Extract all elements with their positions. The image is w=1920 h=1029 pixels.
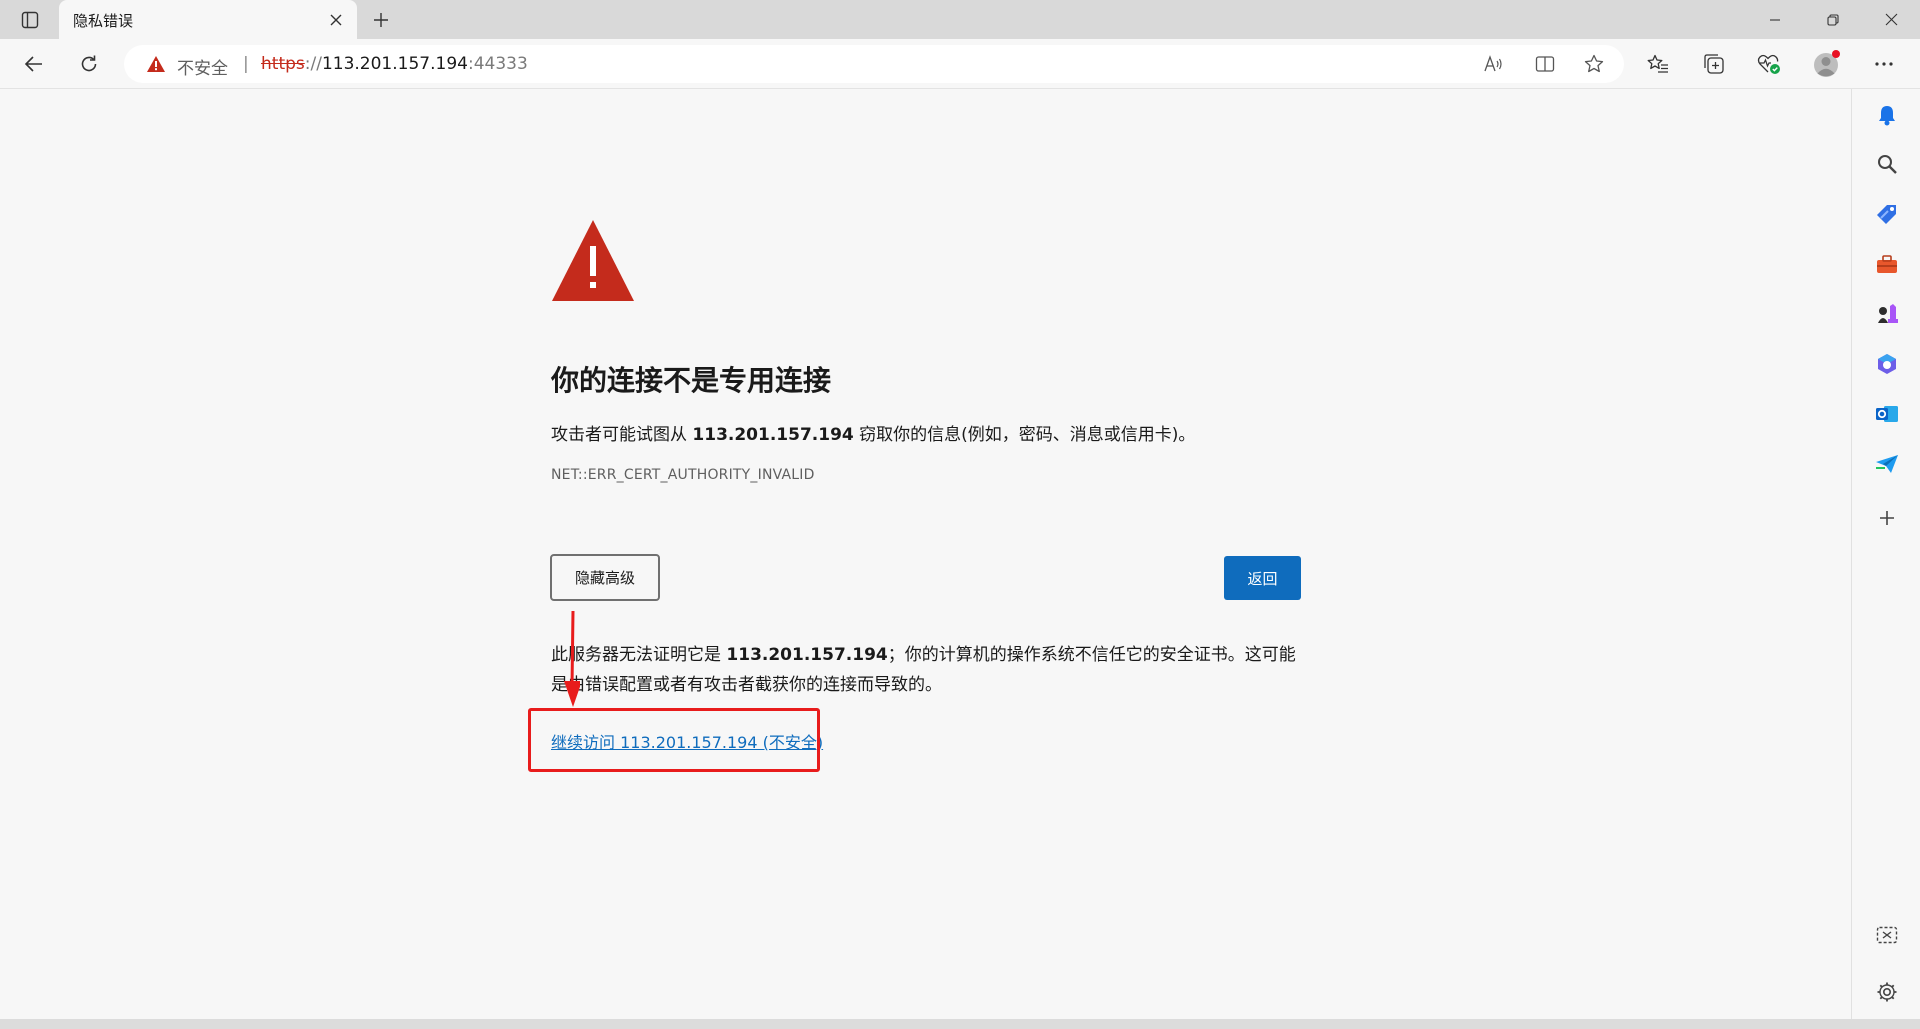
url-host: 113.201.157.194 [321, 54, 468, 74]
outlook-icon [1876, 406, 1898, 422]
plus-icon [1880, 511, 1894, 525]
star-icon [1584, 54, 1604, 73]
sidebar-shopping[interactable] [1872, 199, 1902, 229]
description-prefix: 攻击者可能试图从 [551, 425, 693, 445]
split-screen-button[interactable] [1530, 50, 1560, 78]
collections-icon [1704, 54, 1724, 74]
shopping-tag-icon [1877, 205, 1896, 224]
tab-close-button[interactable] [326, 10, 346, 30]
tab-title: 隐私错误 [73, 12, 134, 30]
sidebar-games[interactable] [1872, 299, 1902, 329]
tab-actions-icon [21, 11, 39, 29]
active-tab[interactable]: 隐私错误 [59, 0, 357, 39]
sidebar-settings[interactable] [1872, 977, 1902, 1007]
minimize-button[interactable] [1746, 0, 1804, 39]
split-screen-icon [1535, 56, 1555, 72]
profile-button[interactable] [1810, 48, 1844, 80]
sidebar-tools[interactable] [1872, 249, 1902, 279]
toolbar: 不安全 | https://113.201.157.194:44333 [0, 39, 1920, 89]
taskbar-edge [0, 1019, 1920, 1029]
favorites-button[interactable] [1641, 48, 1675, 80]
sidebar-add[interactable] [1872, 503, 1902, 533]
screenshot-icon [1876, 926, 1898, 944]
error-description: 攻击者可能试图从 113.201.157.194 窃取你的信息(例如，密码、消息… [551, 420, 1195, 445]
read-aloud-button[interactable] [1479, 50, 1509, 78]
annotation-arrow [564, 610, 580, 707]
paper-plane-icon [1876, 455, 1898, 473]
chess-icon [1878, 304, 1898, 323]
url-scheme: https [261, 54, 305, 74]
read-aloud-icon [1484, 55, 1502, 72]
refresh-icon [81, 55, 97, 72]
edge-sidebar [1851, 89, 1920, 1019]
close-window-icon [1885, 13, 1897, 26]
annotation-highlight-box [528, 708, 820, 772]
sidebar-search[interactable] [1872, 149, 1902, 179]
browser-essentials-button[interactable] [1752, 48, 1786, 80]
explanation-host: 113.201.157.194 [726, 645, 888, 665]
error-code[interactable]: NET::ERR_CERT_AUTHORITY_INVALID [551, 467, 815, 483]
sidebar-screenshot[interactable] [1872, 921, 1902, 951]
collections-button[interactable] [1697, 48, 1731, 80]
page-title: 你的连接不是专用连接 [551, 364, 832, 397]
minimize-icon [1770, 18, 1780, 21]
sidebar-microsoft365[interactable] [1872, 349, 1902, 379]
settings-more-button[interactable] [1867, 48, 1901, 80]
tab-actions-button[interactable] [14, 6, 46, 34]
restore-icon [1827, 13, 1839, 26]
search-icon [1878, 155, 1897, 174]
warning-triangle-icon [552, 220, 634, 301]
new-tab-button[interactable] [367, 6, 395, 34]
arrow-left-icon [24, 56, 42, 72]
avatar [1814, 50, 1840, 77]
sidebar-notifications[interactable] [1872, 100, 1902, 130]
bell-icon [1879, 106, 1895, 126]
restore-button[interactable] [1804, 0, 1862, 39]
toolbox-icon [1877, 255, 1897, 273]
go-back-button[interactable]: 返回 [1224, 556, 1301, 600]
more-horizontal-icon [1875, 62, 1893, 66]
plus-icon [374, 13, 388, 27]
security-label[interactable]: 不安全 [177, 54, 228, 79]
close-window-button[interactable] [1862, 0, 1920, 39]
error-page: 你的连接不是专用连接 攻击者可能试图从 113.201.157.194 窃取你的… [0, 89, 1851, 1019]
sidebar-drop[interactable] [1872, 449, 1902, 479]
microsoft365-icon [1878, 354, 1896, 374]
back-button[interactable] [17, 48, 51, 80]
description-host: 113.201.157.194 [692, 425, 854, 445]
advanced-explanation: 此服务器无法证明它是 113.201.157.194；你的计算机的操作系统不信任… [551, 640, 1303, 700]
url-port: :44333 [467, 54, 528, 74]
favorite-button[interactable] [1579, 50, 1609, 78]
heart-pulse-icon [1757, 54, 1780, 74]
gear-icon [1877, 982, 1897, 1002]
sidebar-outlook[interactable] [1872, 399, 1902, 429]
security-separator: | [243, 54, 249, 74]
tab-strip: 隐私错误 [0, 0, 1920, 39]
close-icon [330, 14, 342, 26]
favorites-icon [1647, 54, 1668, 73]
url-text[interactable]: https://113.201.157.194:44333 [261, 54, 528, 74]
address-bar[interactable]: 不安全 | https://113.201.157.194:44333 [124, 45, 1624, 83]
description-suffix: 窃取你的信息(例如，密码、消息或信用卡)。 [853, 425, 1196, 445]
refresh-button[interactable] [72, 48, 106, 80]
warning-icon[interactable] [146, 55, 166, 73]
url-separator: :// [304, 54, 322, 74]
hide-advanced-button[interactable]: 隐藏高级 [550, 554, 660, 601]
